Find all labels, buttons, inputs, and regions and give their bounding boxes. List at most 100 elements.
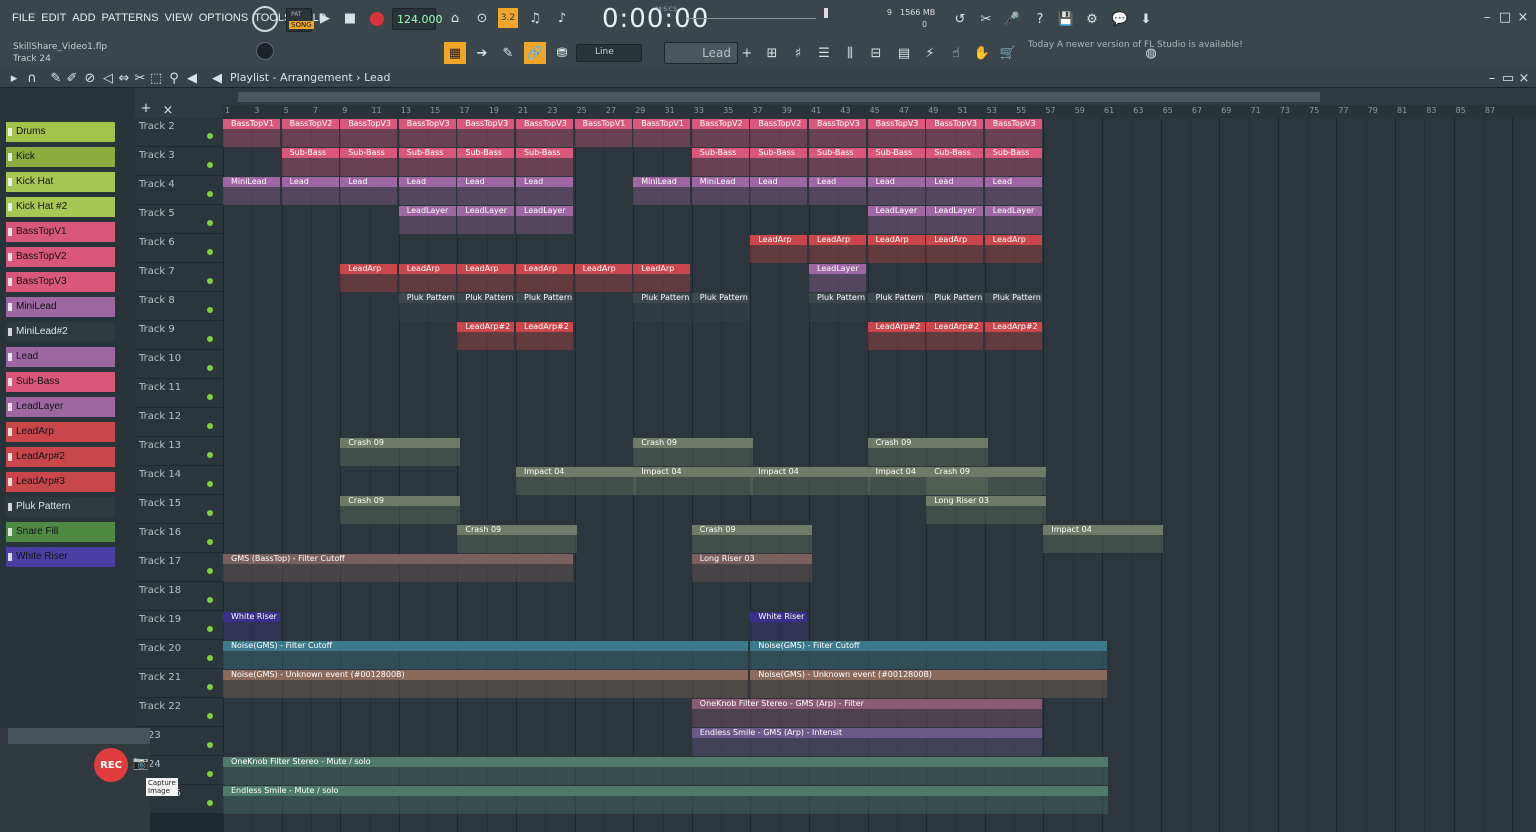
pattern-clip[interactable]: Pluk Pattern (633, 293, 691, 321)
file-icon[interactable]: ▤ (894, 42, 914, 64)
tool-delete-icon[interactable]: ⊘ (84, 71, 96, 86)
help-icon[interactable]: ? (1030, 8, 1050, 30)
pat-song-toggle[interactable]: PAT SONG (286, 8, 314, 32)
tool-mute-icon[interactable]: ◁ (102, 71, 114, 86)
loop-record-icon[interactable]: ♪ (552, 8, 572, 28)
pattern-clip[interactable]: LeadArp#2 (457, 322, 515, 350)
tempo-display[interactable]: 124.000 (392, 8, 443, 30)
channel-leadarp[interactable]: LeadArp (6, 422, 115, 442)
pattern-clip[interactable]: LeadLayer (398, 206, 456, 234)
pattern-clip[interactable]: Impact 04 (516, 467, 636, 495)
track-mute-led-icon[interactable] (207, 568, 213, 574)
channel-kick-hat-2[interactable]: Kick Hat #2 (6, 197, 115, 217)
track-mute-led-icon[interactable] (207, 220, 213, 226)
pattern-clip[interactable]: LeadLayer (457, 206, 515, 234)
menu-options[interactable]: OPTIONS (199, 12, 249, 24)
pattern-clip[interactable]: Sub-Bass (281, 148, 339, 176)
pattern-clip[interactable]: Crash 09 (340, 496, 461, 524)
rec-button[interactable]: REC (94, 748, 128, 782)
pattern-clip[interactable]: BassTopV1 (633, 119, 691, 147)
pattern-clip[interactable]: Sub-Bass (340, 148, 398, 176)
arrow-tool-icon[interactable]: ➔ (472, 42, 492, 64)
pattern-clip[interactable]: Crash 09 (633, 438, 754, 466)
track-header[interactable]: Track 15 (135, 495, 223, 524)
piano-roll-icon[interactable]: ♯ (788, 42, 808, 64)
track-mute-led-icon[interactable] (207, 771, 213, 777)
plug-icon[interactable]: ⚡ (920, 42, 940, 64)
globe-icon[interactable]: ◍ (1142, 44, 1160, 62)
record-icon[interactable] (370, 12, 384, 26)
tool-playback-icon[interactable]: ◀ (186, 71, 198, 86)
pattern-clip[interactable]: LeadArp (926, 235, 984, 263)
track-mute-led-icon[interactable] (207, 191, 213, 197)
channel-white-riser[interactable]: White Riser (6, 547, 115, 567)
track-header[interactable]: Track 6 (135, 234, 223, 263)
add-track-icon[interactable]: + (140, 101, 152, 116)
pattern-clip[interactable]: Pluk Pattern (457, 293, 515, 321)
pattern-clip[interactable]: Noise(GMS) - Filter Cutoff (223, 641, 748, 669)
track-header[interactable]: Track 22 (135, 698, 223, 727)
pattern-clip[interactable]: Lead (281, 177, 339, 205)
cart-icon[interactable]: 🛒 (998, 42, 1018, 64)
pattern-clip[interactable]: BassTopV3 (867, 119, 925, 147)
snap-select[interactable]: Line (576, 44, 642, 62)
undo-icon[interactable]: ↺ (950, 8, 970, 30)
overview-scroll[interactable] (238, 92, 1320, 102)
track-mute-led-icon[interactable] (207, 800, 213, 806)
menu-patterns[interactable]: PATTERNS (102, 12, 159, 24)
pattern-clip[interactable]: Pluk Pattern (398, 293, 456, 321)
browser-icon[interactable]: ⊟ (866, 42, 886, 64)
pattern-clip[interactable]: White Riser (750, 612, 808, 640)
track-mute-led-icon[interactable] (207, 539, 213, 545)
track-mute-led-icon[interactable] (207, 742, 213, 748)
pattern-clip[interactable]: Pluk Pattern (867, 293, 925, 321)
pattern-clip[interactable]: MiniLead (691, 177, 749, 205)
channel-minilead[interactable]: MiniLead (6, 297, 115, 317)
play-arrow-icon[interactable]: ▸ (8, 71, 20, 86)
pattern-clip[interactable]: Impact 04 (633, 467, 754, 495)
add-pattern-icon[interactable]: + (740, 44, 754, 62)
pattern-clip[interactable]: Lead (809, 177, 866, 205)
pattern-clip[interactable]: Crash 09 (691, 525, 812, 553)
track-header[interactable]: Track 19 (135, 611, 223, 640)
transport-knob-icon[interactable] (252, 6, 278, 32)
track-header[interactable]: Track 20 (135, 640, 223, 669)
track-header[interactable]: Track 2 (135, 118, 223, 147)
pattern-clip[interactable]: Noise(GMS) - Unknown event (#0012800B) (750, 670, 1108, 698)
pattern-clip[interactable]: Lead (926, 177, 984, 205)
channel-kick[interactable]: Kick (6, 147, 115, 167)
track-mute-led-icon[interactable] (207, 452, 213, 458)
master-pitch-knob-icon[interactable] (256, 42, 274, 60)
track-mute-led-icon[interactable] (207, 394, 213, 400)
track-header[interactable]: Track 3 (135, 147, 223, 176)
tool-pencil-icon[interactable]: ✎ (50, 71, 62, 86)
mixer-sliders-icon[interactable]: ⫼ (840, 42, 860, 64)
touch-icon[interactable]: ☝ (946, 42, 966, 64)
mixer-icon[interactable]: ⊞ (762, 42, 782, 64)
track-mute-led-icon[interactable] (207, 162, 213, 168)
track-header[interactable]: Track 17 (135, 553, 223, 582)
minimize-icon[interactable]: – (1480, 10, 1494, 25)
menu-file[interactable]: FILE (12, 12, 35, 24)
pattern-clip[interactable]: Crash 09 (340, 438, 461, 466)
pattern-clip[interactable]: Crash 09 (867, 438, 988, 466)
pattern-clip[interactable]: MiniLead (633, 177, 691, 205)
tool-zoom-icon[interactable]: ⚲ (168, 71, 180, 86)
pattern-clip[interactable]: BassTopV3 (809, 119, 866, 147)
pattern-clip[interactable]: Pluk Pattern (984, 293, 1042, 321)
update-notice[interactable]: Today A newer version of FL Studio is av… (1028, 40, 1243, 51)
channel-drums[interactable]: Drums (6, 122, 115, 142)
tool-brush-icon[interactable]: ✐ (66, 71, 78, 86)
channel-pluk-pattern[interactable]: Pluk Pattern (6, 497, 115, 517)
pattern-clip[interactable]: OneKnob Filter Stereo - Mute / solo (223, 757, 1108, 785)
channel-snare-fill[interactable]: Snare Fill (6, 522, 115, 542)
pattern-clip[interactable]: LeadArp (809, 235, 866, 263)
pattern-clip[interactable]: Sub-Bass (984, 148, 1042, 176)
pattern-clip[interactable]: LeadArp#2 (867, 322, 925, 350)
track-header[interactable]: Track 13 (135, 437, 223, 466)
pattern-clip[interactable]: LeadLayer (926, 206, 984, 234)
pattern-clip[interactable]: BassTopV2 (281, 119, 339, 147)
playlist-button[interactable]: ▦ (444, 42, 466, 64)
pattern-clip[interactable]: MiniLead (223, 177, 280, 205)
restore-icon[interactable]: □ (1498, 10, 1512, 25)
